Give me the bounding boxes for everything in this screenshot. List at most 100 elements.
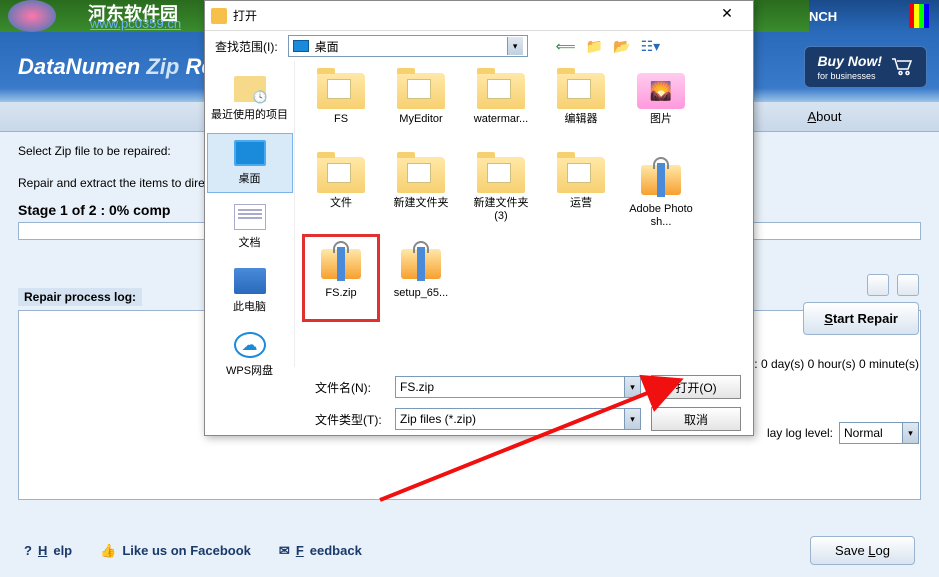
place-thispc[interactable]: 此电脑 [207, 261, 293, 321]
places-sidebar: 最近使用的项目 桌面 文档 此电脑 WPS网盘 [205, 61, 295, 367]
file-label: FS [334, 113, 348, 126]
chevron-down-icon: ▾ [507, 37, 523, 55]
lookin-value: 桌面 [315, 38, 339, 55]
place-label: WPS网盘 [226, 362, 273, 378]
file-item[interactable]: setup_65... [385, 237, 457, 319]
ncu-badge: NCH [809, 9, 837, 24]
file-item[interactable]: watermar... [465, 69, 537, 151]
file-item[interactable]: 文件 [305, 153, 377, 235]
folder-icon [557, 73, 605, 109]
file-label: 新建文件夹 (3) [467, 197, 535, 223]
buy-now-button[interactable]: Buy Now! for businesses [804, 46, 927, 88]
file-item[interactable]: Adobe Photosh... [625, 153, 697, 235]
lookin-dropdown[interactable]: 桌面 ▾ [288, 35, 528, 57]
log-level-label: lay log level: [767, 426, 833, 440]
place-label: 此电脑 [233, 298, 266, 314]
file-item[interactable]: MyEditor [385, 69, 457, 151]
start-repair-button[interactable]: Start Repair [803, 302, 919, 335]
place-desktop[interactable]: 桌面 [207, 133, 293, 193]
log-level-group: lay log level: Normal▾ [767, 422, 919, 444]
save-log-button[interactable]: Save Log [810, 536, 915, 565]
browse-icon[interactable] [867, 274, 889, 296]
documents-icon [234, 204, 266, 230]
folder-icon [477, 73, 525, 109]
folder-open-icon [211, 8, 227, 24]
folder-icon [317, 73, 365, 109]
chevron-down-icon: ▾ [624, 377, 640, 397]
up-icon[interactable]: 📁 [586, 38, 603, 55]
file-label: setup_65... [394, 287, 448, 300]
folder-icon [397, 157, 445, 193]
file-label: 新建文件夹 [394, 197, 449, 210]
recent-icon [234, 76, 266, 102]
title-part2: Zip [146, 54, 179, 79]
folder-icon [477, 157, 525, 193]
cancel-button[interactable]: 取消 [651, 407, 741, 431]
filetype-select[interactable]: Zip files (*.zip)▾ [395, 408, 641, 430]
buy-now-label: Buy Now! [817, 53, 882, 69]
filetype-label: 文件类型(T): [315, 411, 385, 428]
file-item[interactable]: FS [305, 69, 377, 151]
lookin-label: 查找范围(I): [215, 38, 278, 55]
zip-icon [317, 241, 365, 283]
file-item[interactable]: 新建文件夹 [385, 153, 457, 235]
dialog-titlebar: 打开 ✕ [205, 1, 753, 31]
file-item[interactable]: 新建文件夹 (3) [465, 153, 537, 235]
folder-icon [557, 157, 605, 193]
help-link[interactable]: ? Help [24, 543, 72, 558]
zip-icon [637, 157, 685, 199]
place-documents[interactable]: 文档 [207, 197, 293, 257]
search-icon[interactable] [897, 274, 919, 296]
tab-about[interactable]: About [807, 109, 841, 124]
images-folder-icon: 🌄 [637, 73, 685, 109]
view-menu-icon[interactable]: ☷▾ [641, 38, 661, 55]
dialog-toolbar: 查找范围(I): 桌面 ▾ ⟸ 📁 📂 ☷▾ [205, 31, 753, 61]
file-label: 图片 [650, 113, 672, 126]
filename-label: 文件名(N): [315, 379, 385, 396]
files-area[interactable]: FS MyEditor watermar... 编辑器 🌄 图片文件 新建文件夹 新建文件夹 … [295, 61, 753, 367]
open-button[interactable]: 打开(O) [651, 375, 741, 399]
desktop-icon [234, 140, 266, 166]
file-label: 文件 [330, 197, 352, 210]
file-label: 编辑器 [565, 113, 598, 126]
place-label: 文档 [239, 234, 261, 250]
color-stripes-icon [909, 4, 929, 28]
zip-icon [397, 241, 445, 283]
file-item[interactable]: FS.zip [305, 237, 377, 319]
site-url: www.pc0359.cn [90, 16, 181, 31]
app-footer: ? Help 👍 Like us on Facebook ✉ Feedback … [0, 536, 939, 565]
log-level-select[interactable]: Normal▾ [839, 422, 919, 444]
file-label: FS.zip [325, 287, 356, 300]
file-picker-buttons [867, 274, 919, 296]
feedback-link[interactable]: ✉ Feedback [279, 543, 362, 559]
cart-icon [890, 57, 914, 77]
chevron-down-icon: ▾ [902, 423, 918, 443]
place-recent[interactable]: 最近使用的项目 [207, 69, 293, 129]
new-folder-icon[interactable]: 📂 [613, 38, 630, 55]
facebook-link[interactable]: 👍 Like us on Facebook [100, 543, 251, 559]
place-wps[interactable]: WPS网盘 [207, 325, 293, 385]
dialog-title: 打开 [233, 7, 707, 24]
place-label: 桌面 [239, 170, 261, 186]
help-icon: ? [24, 543, 32, 558]
file-label: 运营 [570, 197, 592, 210]
log-label: Repair process log: [18, 288, 142, 306]
title-part1: DataNumen [18, 54, 146, 79]
file-item[interactable]: 编辑器 [545, 69, 617, 151]
cloud-icon [234, 332, 266, 358]
open-file-dialog: 打开 ✕ 查找范围(I): 桌面 ▾ ⟸ 📁 📂 ☷▾ 最近使用的项目 桌面 [204, 0, 754, 436]
file-item[interactable]: 运营 [545, 153, 617, 235]
place-label: 最近使用的项目 [211, 106, 288, 122]
filename-input[interactable]: FS.zip▾ [395, 376, 641, 398]
site-logo [8, 0, 56, 32]
file-label: watermar... [474, 113, 528, 126]
close-button[interactable]: ✕ [707, 5, 747, 27]
file-item[interactable]: 🌄 图片 [625, 69, 697, 151]
envelope-icon: ✉ [279, 543, 290, 559]
thumbs-up-icon: 👍 [100, 543, 116, 559]
file-label: Adobe Photosh... [627, 203, 695, 229]
back-icon[interactable]: ⟸ [556, 38, 576, 55]
desktop-icon [293, 40, 309, 52]
chevron-down-icon: ▾ [624, 409, 640, 429]
file-label: MyEditor [399, 113, 442, 126]
